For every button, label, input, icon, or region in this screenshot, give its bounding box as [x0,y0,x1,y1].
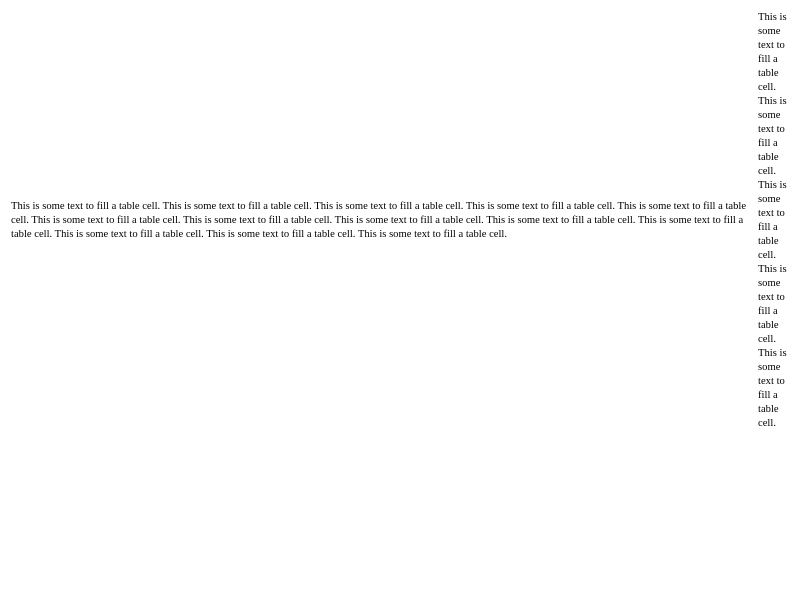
wide-table-cell: This is some text to fill a table cell. … [11,201,747,240]
content-table: This is some text to fill a table cell. … [8,8,793,434]
narrow-table-cell: This is some text to fill a table cell. … [758,12,787,429]
table-row: This is some text to fill a table cell. … [10,10,791,432]
